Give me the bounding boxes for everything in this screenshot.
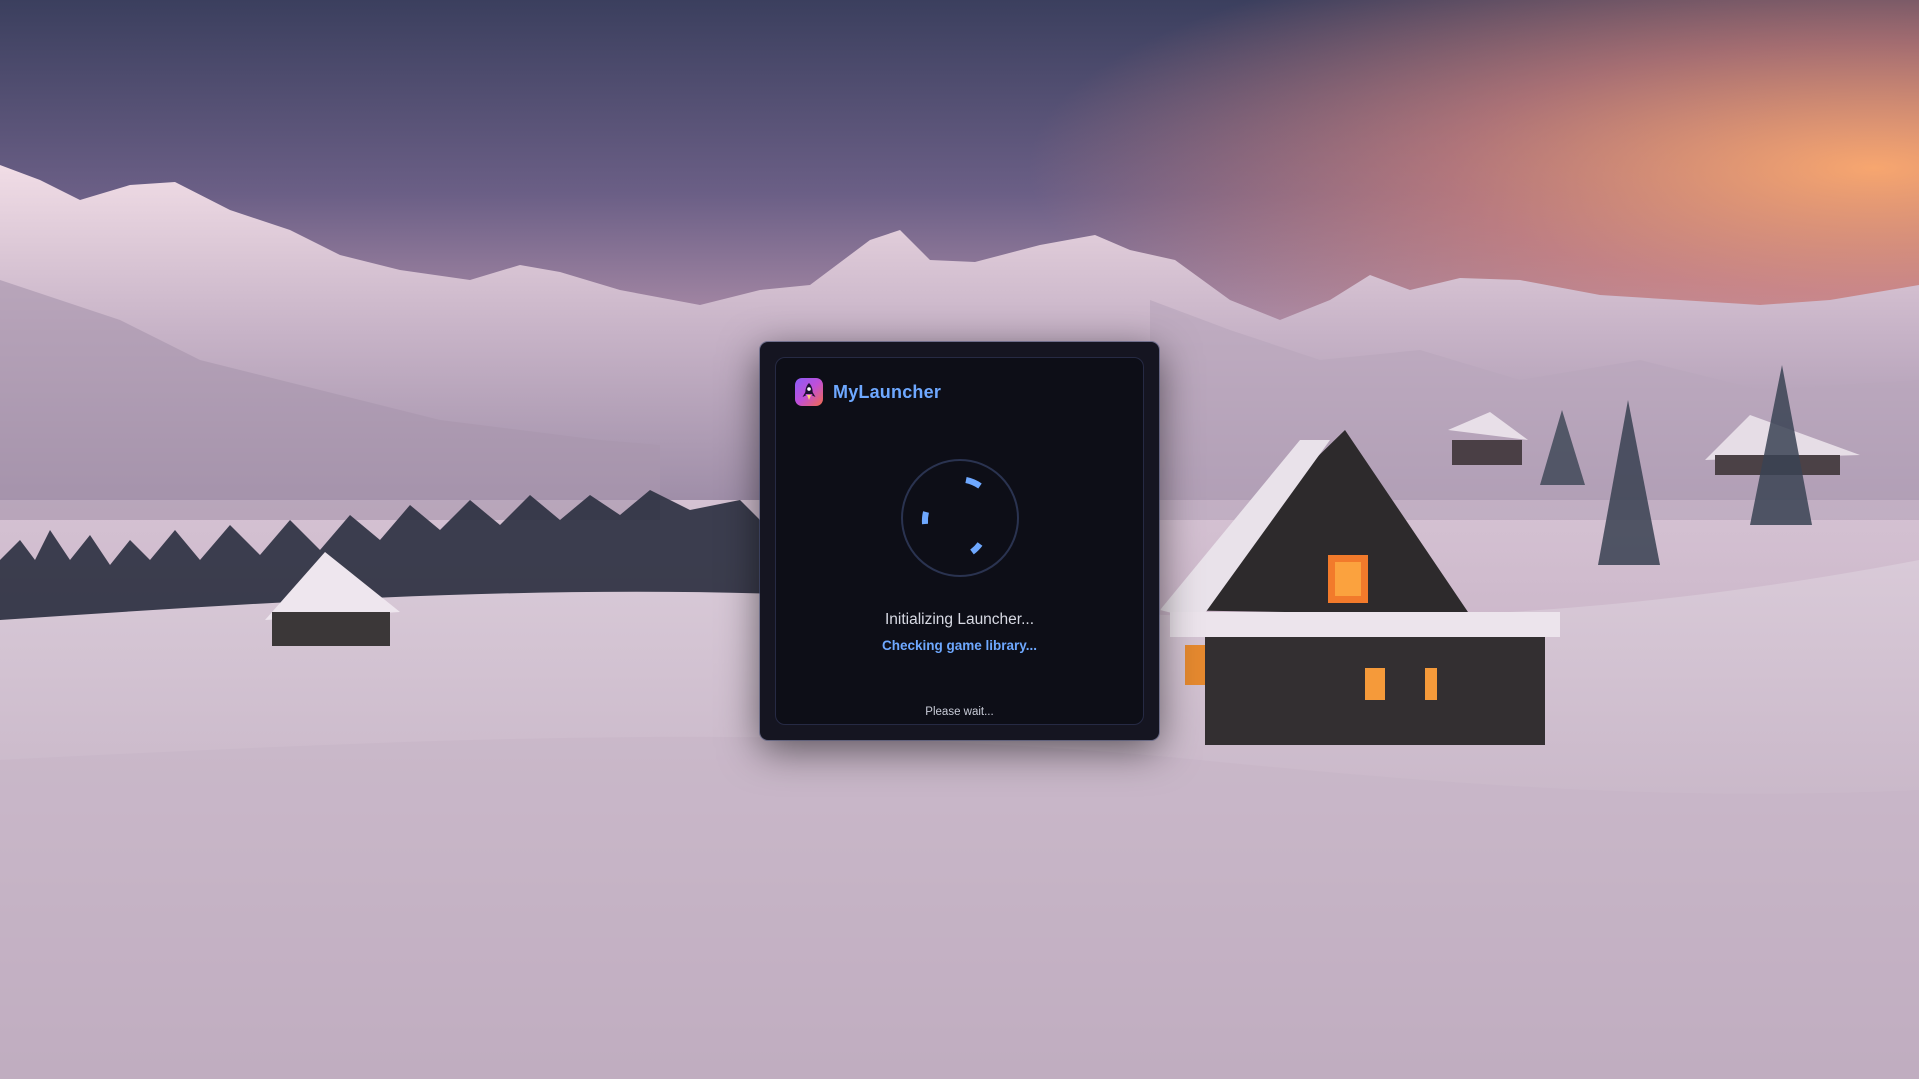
status-detail: Checking game library...	[881, 638, 1038, 653]
rocket-icon	[795, 378, 823, 406]
status-footer: Please wait...	[925, 706, 994, 718]
launcher-splash-window: MyLauncher Initializing Launcher... Chec…	[760, 342, 1159, 740]
status-title: Initializing Launcher...	[884, 611, 1035, 628]
app-header: MyLauncher	[795, 377, 941, 407]
desktop-wallpaper: MyLauncher Initializing Launcher... Chec…	[0, 0, 1919, 1079]
loading-spinner-icon	[901, 459, 1019, 577]
splash-panel: MyLauncher Initializing Launcher... Chec…	[775, 357, 1144, 725]
app-title: MyLauncher	[833, 381, 942, 402]
